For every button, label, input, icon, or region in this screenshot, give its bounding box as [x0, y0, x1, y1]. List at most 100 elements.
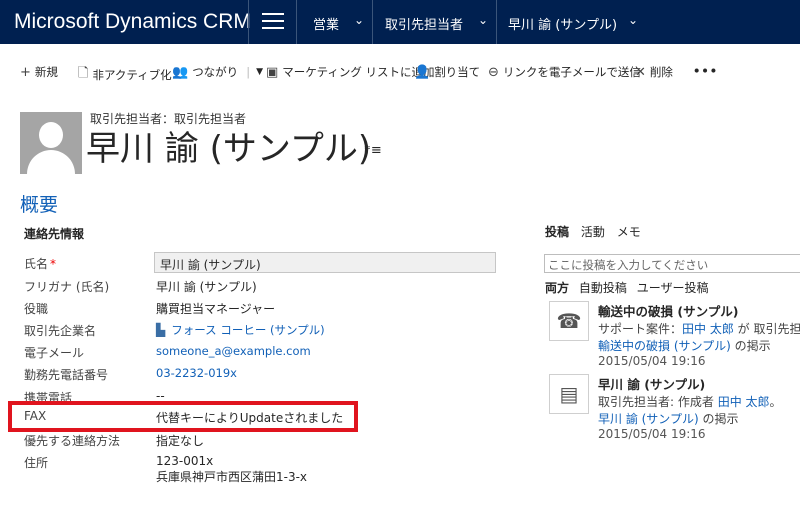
field-row-furigana: フリガナ (氏名) 早川 諭 (サンプル)	[0, 275, 520, 297]
field-label: 優先する連絡方法	[24, 434, 121, 448]
post-timestamp: 2015/05/04 19:16	[598, 354, 706, 368]
connect-button[interactable]: 👥 つながり | ▼	[172, 64, 263, 80]
field-row-preferred: 優先する連絡方法 指定なし	[0, 429, 520, 451]
nav-separator	[372, 0, 373, 44]
account-link-text: フォース コーヒー (サンプル)	[171, 323, 325, 337]
tab-notes[interactable]: メモ	[617, 225, 641, 239]
highlight-annotation	[8, 401, 358, 432]
add-to-marketing-list-button[interactable]: ▣ マーケティング リストに追加	[266, 64, 435, 80]
chevron-down-icon[interactable]: ▼	[256, 67, 263, 77]
field-label: 住所	[24, 456, 49, 470]
field-label: 取引先企業名	[24, 324, 97, 338]
more-commands-button[interactable]: •••	[693, 64, 718, 78]
phone-link[interactable]: 03-2232-019x	[156, 366, 237, 380]
post-text: 取引先担当者: 作成者	[598, 395, 718, 409]
avatar[interactable]	[20, 112, 82, 174]
form-selector-icon[interactable]: ⁼≡	[364, 143, 382, 158]
avatar-head	[39, 122, 63, 148]
new-button-label: 新規	[34, 65, 58, 79]
new-button[interactable]: + 新規	[20, 64, 58, 80]
connection-icon: 👥	[172, 64, 189, 80]
nav-separator	[296, 0, 297, 44]
tab-activities[interactable]: 活動	[581, 225, 605, 239]
record-link[interactable]: 早川 諭 (サンプル)	[598, 412, 699, 426]
plus-icon: +	[20, 64, 31, 80]
post-title: 輸送中の破損 (サンプル)	[598, 304, 739, 319]
delete-icon: ✕	[635, 64, 646, 80]
post-filters: 両方 自動投稿 ユーザー投稿	[545, 279, 714, 296]
avatar-body	[27, 150, 75, 174]
post-input[interactable]: ここに投稿を入力してください	[544, 254, 800, 273]
field-row-phone: 勤務先電話番号 03-2232-019x	[0, 363, 520, 385]
delete-button[interactable]: ✕ 削除	[635, 64, 673, 80]
field-row-address: 住所 123-001x 兵庫県神戸市西区蒲田1-3-x	[0, 451, 520, 491]
email-link[interactable]: someone_a@example.com	[156, 344, 311, 358]
filter-both[interactable]: 両方	[545, 281, 569, 295]
account-link[interactable]: ▙ フォース コーヒー (サンプル)	[156, 322, 325, 338]
name-field[interactable]: 早川 諭 (サンプル)	[154, 252, 496, 273]
nav-item-sales[interactable]: 営業	[313, 14, 339, 33]
filter-user-posts[interactable]: ユーザー投稿	[637, 281, 709, 295]
address-line1[interactable]: 123-001x	[156, 454, 213, 468]
phone-case-icon: ☎	[549, 301, 589, 341]
split-separator: |	[246, 65, 251, 79]
field-row-email: 電子メール someone_a@example.com	[0, 341, 520, 363]
page-title: 早川 諭 (サンプル)	[86, 129, 372, 169]
user-link[interactable]: 田中 太郎	[718, 395, 770, 409]
chevron-down-icon[interactable]: ⌄	[628, 13, 638, 27]
social-tabs: 投稿 活動 メモ	[545, 223, 649, 240]
name-field-value: 早川 諭 (サンプル)	[160, 258, 261, 272]
post-text: が 取引先担当者	[737, 322, 800, 336]
email-link-button[interactable]: ⊖ リンクを電子メールで送信	[488, 64, 641, 80]
field-label: フリガナ (氏名)	[24, 280, 110, 294]
top-navigation-bar: Microsoft Dynamics CRM 営業 ⌄ 取引先担当者 ⌄ 早川 …	[0, 0, 800, 44]
email-link-button-label: リンクを電子メールで送信	[502, 65, 641, 79]
post-input-placeholder: ここに投稿を入力してください	[548, 258, 709, 272]
deactivate-icon: 🗋	[78, 66, 89, 81]
app-brand[interactable]: Microsoft Dynamics CRM	[14, 10, 251, 34]
email-link-icon: ⊖	[488, 64, 499, 80]
field-label: 役職	[24, 302, 49, 316]
post-text: の掲示	[698, 412, 739, 426]
name-label-text: 氏名	[24, 257, 49, 271]
field-row-name: 氏名 * 早川 諭 (サンプル)	[0, 252, 520, 274]
deactivate-button-label: 非アクティブ化	[92, 68, 172, 82]
hamburger-menu-icon[interactable]	[262, 13, 284, 31]
marketing-list-icon: ▣	[266, 64, 279, 80]
assign-button-label: 割り当て	[434, 65, 481, 79]
field-label: 電子メール	[24, 346, 85, 360]
field-label: 氏名 *	[24, 255, 56, 272]
chevron-down-icon[interactable]: ⌄	[354, 13, 364, 27]
tab-posts[interactable]: 投稿	[545, 225, 569, 239]
assign-button[interactable]: 👤 割り当て	[414, 64, 480, 80]
list-item: ☎ 輸送中の破損 (サンプル) サポート案件：田中 太郎 が 取引先担当者 輸送…	[549, 301, 800, 369]
chevron-down-icon[interactable]: ⌄	[478, 13, 488, 27]
contact-card-icon: ▤	[549, 374, 589, 414]
preferred-contact-value[interactable]: 指定なし	[156, 432, 204, 449]
nav-item-contacts[interactable]: 取引先担当者	[385, 14, 463, 33]
nav-separator	[248, 0, 249, 44]
address-line2[interactable]: 兵庫県神戸市西区蒲田1-3-x	[156, 468, 307, 485]
field-row-account: 取引先企業名 ▙ フォース コーヒー (サンプル)	[0, 319, 520, 341]
assign-icon: 👤	[414, 64, 431, 80]
field-label: 勤務先電話番号	[24, 368, 109, 382]
filter-auto-posts[interactable]: 自動投稿	[579, 281, 627, 295]
account-icon: ▙	[156, 323, 166, 337]
post-line: 輸送中の破損 (サンプル) の掲示	[598, 337, 771, 354]
nav-item-record[interactable]: 早川 諭 (サンプル)	[508, 14, 617, 33]
field-row-jobtitle: 役職 購買担当マネージャー	[0, 297, 520, 319]
post-text: 。	[769, 395, 782, 409]
record-link[interactable]: 輸送中の破損 (サンプル)	[598, 339, 731, 353]
post-line: 取引先担当者: 作成者 田中 太郎。	[598, 393, 782, 410]
nav-separator	[496, 0, 497, 44]
deactivate-button[interactable]: 🗋 非アクティブ化	[78, 64, 172, 86]
furigana-value[interactable]: 早川 諭 (サンプル)	[156, 278, 257, 295]
post-text: サポート案件：	[598, 322, 683, 336]
section-title: 概要	[20, 194, 59, 216]
post-title: 早川 諭 (サンプル)	[598, 377, 706, 392]
post-line: サポート案件：田中 太郎 が 取引先担当者	[598, 320, 800, 337]
more-icon: •••	[693, 64, 719, 78]
jobtitle-value[interactable]: 購買担当マネージャー	[156, 300, 275, 317]
user-link[interactable]: 田中 太郎	[682, 322, 734, 336]
post-line: 早川 諭 (サンプル) の掲示	[598, 410, 738, 427]
